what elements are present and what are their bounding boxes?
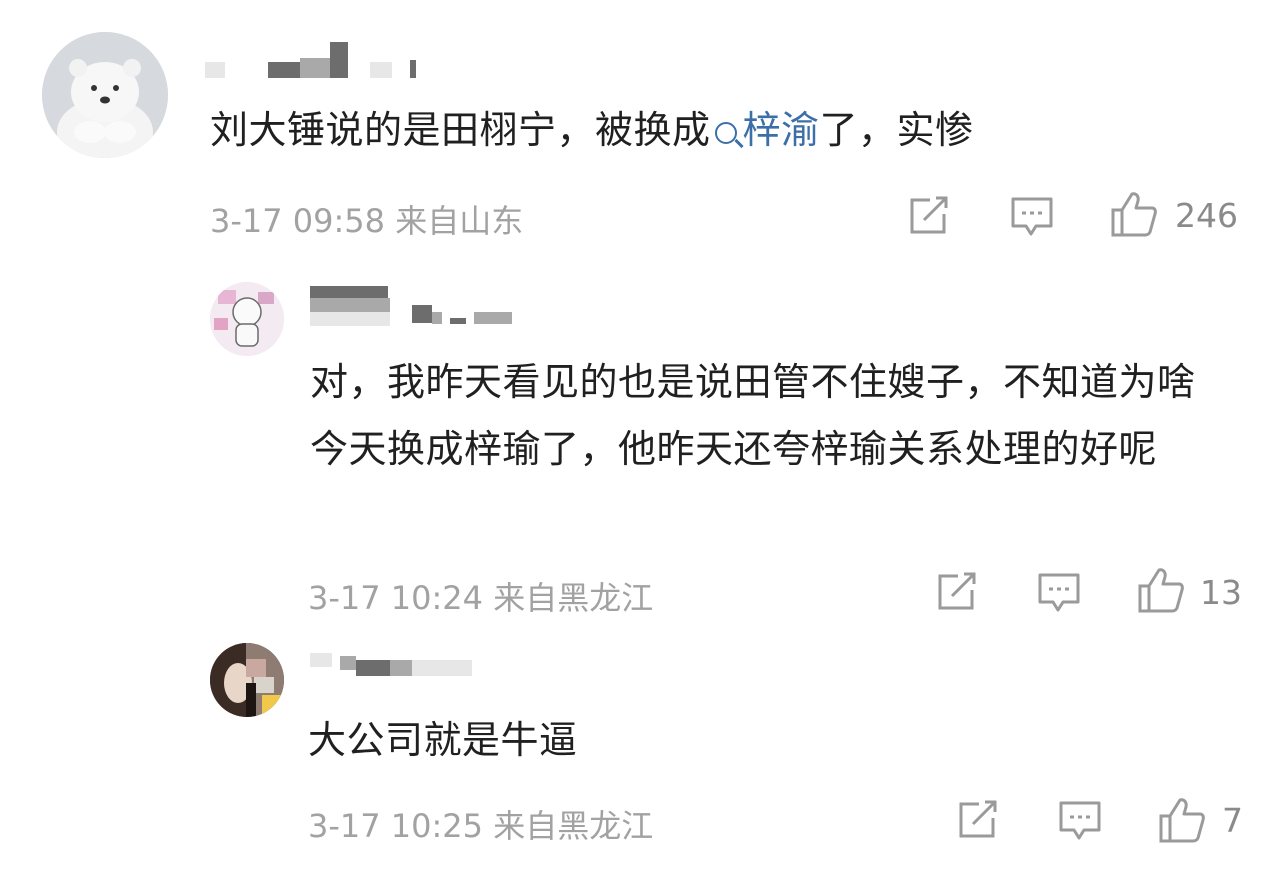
like-count: 7	[1222, 801, 1243, 840]
comment-text: 大公司就是牛逼	[308, 718, 578, 762]
comment-icon[interactable]	[1010, 196, 1054, 238]
comment-meta: 3-17 10:24 来自黑龙江	[308, 573, 653, 619]
comment-icon[interactable]	[1058, 800, 1102, 842]
avatar[interactable]	[210, 282, 284, 356]
topic-link-label: 梓渝	[742, 108, 820, 152]
comment-time: 3-17 10:25	[308, 807, 484, 845]
comment-meta: 3-17 10:25 来自黑龙江	[308, 801, 653, 847]
comment-location: 来自山东	[395, 202, 524, 240]
comment-location: 来自黑龙江	[493, 807, 654, 845]
avatar[interactable]	[42, 32, 168, 158]
like-icon[interactable]	[1110, 190, 1158, 238]
share-icon[interactable]	[957, 800, 1001, 840]
like-icon[interactable]	[1158, 796, 1206, 844]
comment-text: 对，我昨天看见的也是说田管不住嫂子，不知道为啥今天换成梓瑜了，他昨天还夸梓瑜关系…	[310, 360, 1196, 471]
photo-avatar-image	[210, 643, 284, 717]
comment-text: 刘大锤说的是田栩宁，被换成 梓渝了，实惨	[210, 97, 974, 164]
cartoon-avatar-image	[210, 282, 284, 356]
polar-bear-avatar-image	[42, 32, 168, 158]
share-icon[interactable]	[908, 196, 952, 236]
comment-icon[interactable]	[1037, 572, 1081, 614]
comment-time: 3-17 09:58	[210, 202, 386, 240]
avatar[interactable]	[210, 643, 284, 717]
like-count: 13	[1200, 573, 1242, 612]
comment-meta: 3-17 09:58 来自山东	[210, 196, 523, 242]
comment-location: 来自黑龙江	[493, 579, 654, 617]
comment-text-before: 刘大锤说的是田栩宁，被换成	[210, 108, 711, 152]
like-count: 246	[1175, 196, 1238, 235]
search-icon	[714, 122, 737, 144]
share-icon[interactable]	[936, 572, 980, 612]
comment-time: 3-17 10:24	[308, 579, 484, 617]
topic-link[interactable]: 梓渝	[711, 108, 820, 152]
like-icon[interactable]	[1137, 566, 1185, 614]
comment-text-after: 了，实惨	[819, 108, 974, 152]
